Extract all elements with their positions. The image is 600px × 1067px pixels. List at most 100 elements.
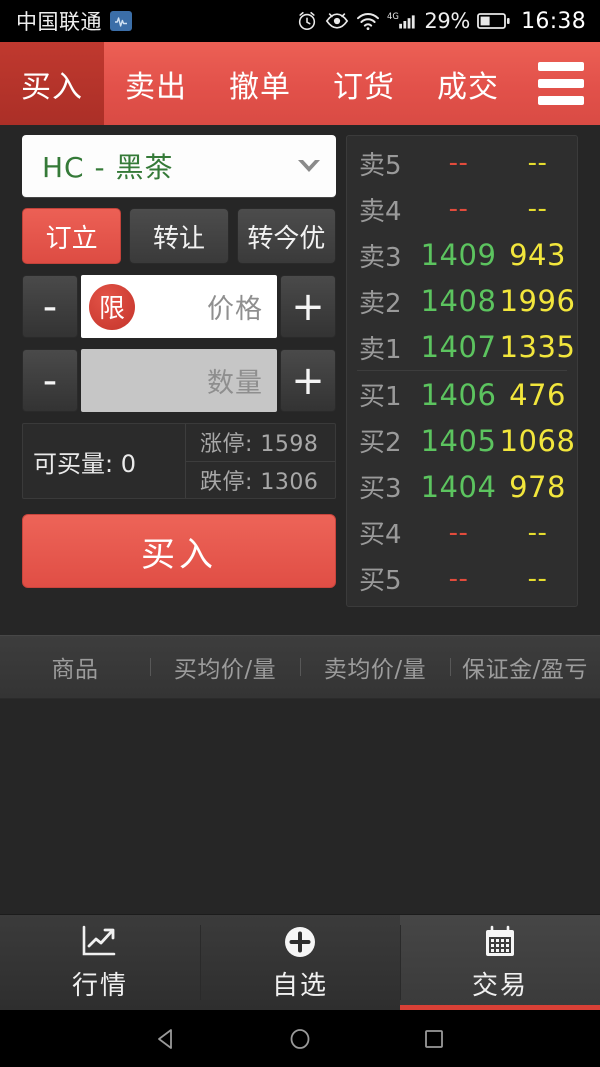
mode-button-zhuanjinyou[interactable]: 转今优: [236, 208, 336, 264]
order-book-row-buy1[interactable]: 买1 1406 476: [347, 371, 577, 417]
alarm-clock-icon: [296, 10, 318, 32]
order-book-label-sell2: 卖2: [359, 288, 402, 319]
limit-down-label: 跌停: 1306: [186, 460, 335, 499]
chevron-down-icon: [296, 156, 322, 176]
order-book-price-sell3: 1409: [420, 238, 497, 273]
calendar-icon: [483, 923, 517, 961]
tab-orders-label: 订货: [333, 69, 395, 105]
order-book-row-sell3[interactable]: 卖3 1409 943: [347, 232, 577, 278]
contract-selector[interactable]: HC - 黑茶: [22, 135, 336, 197]
quantity-decrement-label: -: [42, 357, 58, 404]
android-navigation-bar: [0, 1010, 600, 1067]
network-type-label: 4G: [387, 10, 417, 32]
order-book-row-buy2[interactable]: 买2 1405 1068: [347, 418, 577, 464]
order-book-price-sell5: --: [448, 148, 469, 179]
price-increment-label: +: [291, 283, 325, 330]
column-header-buy-avg: 买均价/量: [150, 650, 300, 684]
nav-item-market[interactable]: 行情: [0, 915, 200, 1010]
submit-buy-button[interactable]: 买入: [22, 514, 336, 588]
tab-sell[interactable]: 卖出: [104, 42, 208, 125]
tab-orders[interactable]: 订货: [312, 42, 416, 125]
svg-text:4G: 4G: [387, 11, 399, 21]
hamburger-menu-icon[interactable]: [522, 42, 600, 125]
nav-item-market-label: 行情: [71, 971, 128, 1001]
order-book-qty-sell4: --: [527, 194, 548, 225]
mode-button-zhuanrang-label: 转让: [152, 223, 205, 254]
order-book-row-buy3[interactable]: 买3 1404 978: [347, 464, 577, 510]
chart-trend-icon: [81, 923, 119, 961]
wifi-icon: [356, 11, 380, 31]
limit-order-badge-icon: 限: [89, 283, 135, 330]
price-decrement-label: -: [42, 283, 58, 330]
hamburger-bar-3: [538, 96, 584, 105]
order-book-row-buy4[interactable]: 买4 -- --: [347, 510, 577, 556]
sim-card-icon: [110, 11, 132, 31]
order-book-label-buy5: 买5: [359, 566, 402, 597]
plus-circle-icon: [282, 923, 318, 961]
quantity-placeholder: 数量: [207, 368, 263, 399]
order-book-row-sell4[interactable]: 卖4 -- --: [347, 186, 577, 232]
position-table-header: 商品 买均价/量 卖均价/量 保证金/盈亏: [0, 635, 600, 699]
status-bar-left: 中国联通: [16, 6, 132, 36]
order-mode-group: 订立 转让 转今优: [22, 208, 336, 264]
price-placeholder: 价格: [207, 294, 263, 325]
order-book-price-buy2: 1405: [420, 423, 497, 458]
nav-item-trade[interactable]: 交易: [400, 915, 600, 1010]
order-book-qty-buy2: 1068: [499, 423, 576, 458]
price-decrement-button[interactable]: -: [22, 275, 78, 338]
tab-trades[interactable]: 成交: [416, 42, 520, 125]
contract-value: HC - 黑茶: [42, 151, 174, 184]
tab-cancel-order[interactable]: 撤单: [208, 42, 312, 125]
order-book-row-sell1[interactable]: 卖1 1407 1335: [347, 324, 577, 370]
tab-buy[interactable]: 买入: [0, 42, 104, 125]
order-book-qty-sell1: 1335: [499, 330, 576, 365]
carrier-label: 中国联通: [16, 10, 102, 34]
order-book-qty-sell2: 1996: [499, 284, 576, 319]
bottom-nav-bar: 行情 自选 交易: [0, 914, 600, 1010]
tab-sell-label: 卖出: [125, 69, 187, 105]
order-book-price-buy4: --: [448, 517, 469, 548]
order-book-label-sell5: 卖5: [359, 150, 402, 181]
eye-icon: [325, 11, 349, 31]
app-root: 中国联通 4G 29% 16:38 买入 卖出 撤单 订货 成交 HC - 黑茶…: [0, 0, 600, 1067]
tab-cancel-order-label: 撤单: [229, 69, 291, 105]
order-book-qty-buy1: 476: [509, 377, 566, 412]
quantity-increment-label: +: [291, 357, 325, 404]
order-book-row-sell5[interactable]: 卖5 -- --: [347, 140, 577, 186]
quantity-decrement-button[interactable]: -: [22, 349, 78, 412]
price-stepper: - 限 价格 +: [22, 275, 336, 338]
tab-trades-label: 成交: [437, 69, 499, 105]
order-book-qty-sell5: --: [527, 148, 548, 179]
circle-home-icon[interactable]: [287, 1026, 313, 1052]
order-book-price-sell2: 1408: [420, 284, 497, 319]
quantity-input[interactable]: 数量: [81, 349, 277, 412]
tab-buy-label: 买入: [21, 69, 83, 105]
nav-item-trade-label: 交易: [471, 971, 528, 1001]
nav-item-watchlist[interactable]: 自选: [200, 915, 400, 1010]
square-recents-icon[interactable]: [421, 1026, 447, 1052]
order-book-label-buy1: 买1: [359, 382, 402, 413]
submit-buy-label: 买入: [141, 534, 217, 575]
hamburger-bar-2: [538, 79, 584, 88]
triangle-back-icon[interactable]: [153, 1026, 179, 1052]
price-increment-button[interactable]: +: [280, 275, 336, 338]
order-form: HC - 黑茶 订立 转让 转今优 - 限 价格 + - 数量 + 可买量: 0…: [0, 135, 346, 627]
order-book-price-sell4: --: [448, 194, 469, 225]
column-header-sell-avg: 卖均价/量: [300, 650, 450, 684]
column-header-margin-pnl: 保证金/盈亏: [450, 650, 600, 684]
order-book-row-sell2[interactable]: 卖2 1408 1996: [347, 278, 577, 324]
clock-label: 16:38: [521, 8, 586, 34]
hamburger-bar-1: [538, 62, 584, 71]
mode-button-zhuanrang[interactable]: 转让: [129, 208, 229, 264]
price-input[interactable]: 限 价格: [81, 275, 277, 338]
order-book-qty-sell3: 943: [509, 238, 566, 273]
mode-button-dingli-label: 订立: [45, 223, 98, 254]
mode-button-zhuanjinyou-label: 转今优: [247, 223, 326, 254]
order-book-qty-buy3: 978: [509, 469, 566, 504]
order-book-qty-buy5: --: [527, 563, 548, 594]
order-book-label-buy2: 买2: [359, 428, 402, 459]
order-book-row-buy5[interactable]: 买5 -- --: [347, 556, 577, 602]
order-book-price-sell1: 1407: [420, 330, 497, 365]
mode-button-dingli[interactable]: 订立: [22, 208, 122, 264]
quantity-increment-button[interactable]: +: [280, 349, 336, 412]
